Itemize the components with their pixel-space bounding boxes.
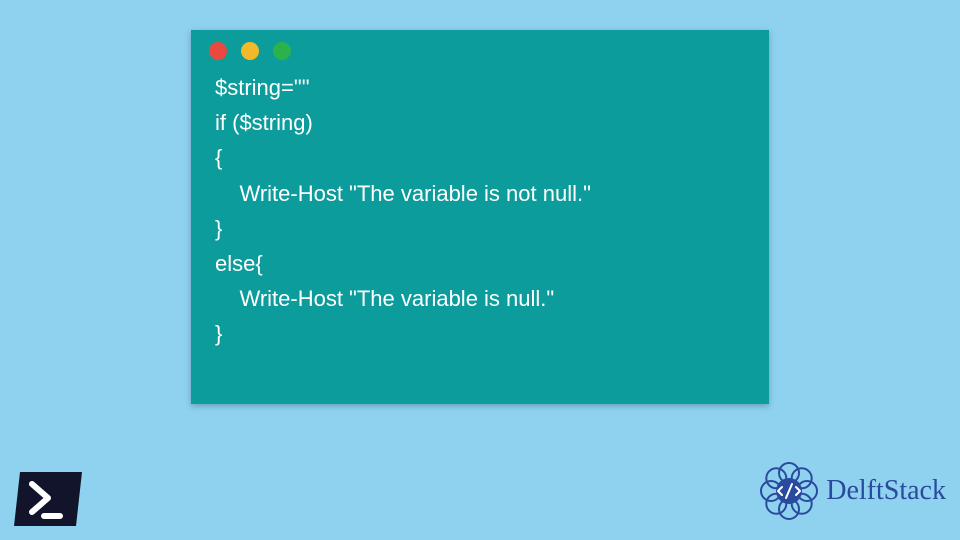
code-block: $string="" if ($string) { Write-Host "Th… [191, 64, 769, 368]
delftstack-badge-icon [758, 460, 820, 522]
window-titlebar [191, 30, 769, 64]
minimize-dot-icon [241, 42, 259, 60]
delftstack-logo: DelftStack [758, 460, 946, 522]
close-dot-icon [209, 42, 227, 60]
maximize-dot-icon [273, 42, 291, 60]
powershell-icon [12, 470, 84, 528]
delftstack-text: DelftStack [826, 475, 946, 507]
code-window: $string="" if ($string) { Write-Host "Th… [191, 30, 769, 404]
